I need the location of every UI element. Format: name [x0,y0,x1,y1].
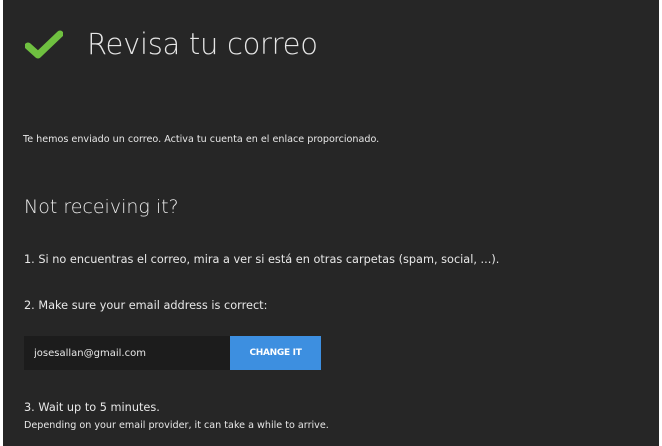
email-field[interactable] [24,336,230,370]
change-email-button[interactable]: CHANGE IT [230,336,321,370]
step-verify-email: 2. Make sure your email address is corre… [24,299,268,312]
sent-message: Te hemos enviado un correo. Activa tu cu… [23,134,380,145]
page-title: Revisa tu correo [87,27,318,61]
check-email-panel: Revisa tu correo Te hemos enviado un cor… [3,0,659,446]
check-icon [25,29,63,59]
email-edit-row: CHANGE IT [24,336,321,370]
step-wait: 3. Wait up to 5 minutes. [24,401,160,414]
title-row: Revisa tu correo [25,24,318,64]
step-wait-note: Depending on your email provider, it can… [24,420,329,431]
step-check-folders: 1. Si no encuentras el correo, mira a ve… [24,253,500,266]
not-receiving-heading: Not receiving it? [24,196,179,218]
